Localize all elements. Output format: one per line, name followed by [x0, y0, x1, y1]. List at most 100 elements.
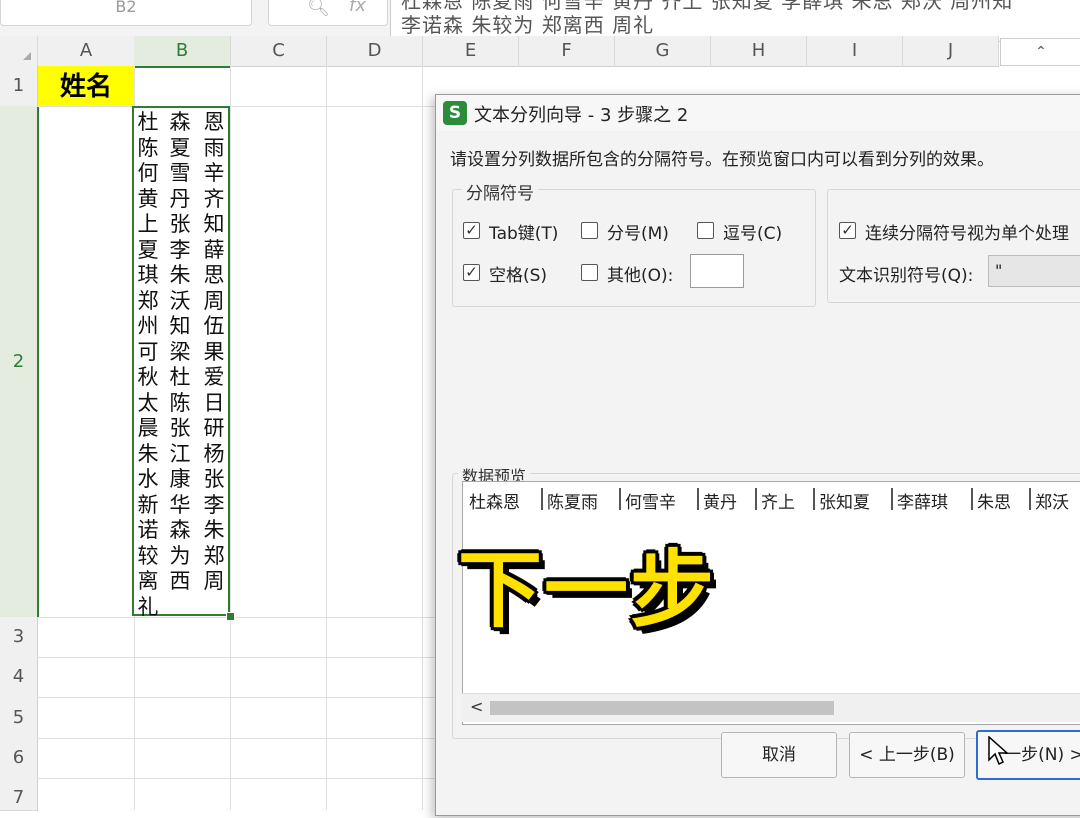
grid-line	[422, 66, 423, 810]
preview-cell: 李薛琪	[897, 493, 948, 513]
row-header-5[interactable]: 5	[0, 697, 38, 739]
preview-cell: 黄丹	[703, 493, 737, 513]
b2-char: 江	[169, 441, 191, 466]
text-qualifier-select[interactable]: "	[988, 255, 1080, 287]
b2-char: 张	[169, 416, 191, 440]
column-header-h[interactable]: H	[711, 36, 807, 67]
fx-icon[interactable]: fx	[349, 0, 366, 16]
other-delimiter-input[interactable]	[690, 254, 744, 288]
b2-char: 雪	[169, 161, 191, 185]
b2-char: 朱	[137, 441, 159, 466]
b2-char: 梁	[169, 339, 191, 364]
column-break[interactable]	[813, 488, 815, 510]
column-header-i[interactable]: I	[807, 36, 903, 67]
grid-line	[37, 738, 437, 739]
b2-char: 知	[203, 212, 225, 236]
cell-b2-selected[interactable]: 杜陈何黄上夏琪郑州可秋太晨朱水新诺较离礼 森夏雪丹张李朱沃知梁杜陈张江康华森为西…	[132, 106, 230, 619]
space-checkbox[interactable]: ✓	[463, 264, 480, 281]
b2-char: 研	[203, 416, 225, 440]
b2-char: 晨	[137, 416, 159, 440]
column-header-j[interactable]: J	[903, 36, 999, 67]
column-header-f[interactable]: F	[519, 36, 615, 67]
row-header-3[interactable]: 3	[0, 617, 38, 658]
b2-char: 恩	[203, 110, 225, 134]
select-all-corner[interactable]	[0, 36, 38, 67]
fill-handle[interactable]	[226, 612, 235, 621]
b2-char: 知	[169, 314, 191, 338]
b2-char: 李	[169, 237, 191, 262]
b2-char: 杜	[137, 110, 159, 134]
b2-char: 张	[203, 467, 225, 491]
consecutive-checkbox[interactable]: ✓	[839, 222, 856, 239]
delimiters-group	[452, 189, 816, 307]
column-break[interactable]	[755, 488, 757, 510]
b2-char: 薛	[203, 237, 225, 262]
b2-char: 张	[169, 212, 191, 236]
column-break[interactable]	[697, 488, 699, 510]
mouse-cursor-icon	[988, 736, 1009, 766]
b2-char: 爱	[203, 365, 225, 389]
semicolon-checkbox[interactable]	[581, 222, 598, 239]
collapse-ribbon-button[interactable]: ⌃	[1000, 38, 1080, 66]
b2-char: 森	[169, 110, 191, 134]
b2-char: 琪	[137, 263, 159, 287]
b2-char: 辛	[203, 161, 225, 185]
grid-line	[37, 106, 437, 107]
name-box[interactable]: B2	[0, 0, 252, 26]
row-header-6[interactable]: 6	[0, 738, 38, 779]
column-break[interactable]	[541, 488, 543, 510]
row-header-2[interactable]: 2	[0, 106, 39, 618]
dialog-description: 请设置分列数据所包含的分隔符号。在预览窗口内可以看到分列的效果。	[450, 150, 994, 170]
formula-line-1: 杜森恩 陈夏雨 何雪辛 黄丹 齐上 张知夏 李薛琪 朱思 郑沃 周州知	[401, 0, 1014, 13]
consecutive-label: 连续分隔符号视为单个处理	[865, 224, 1069, 244]
zoom-icon[interactable]: 🔍︎	[307, 0, 330, 18]
preview-horizontal-scrollbar[interactable]: <	[462, 693, 1080, 722]
other-label: 其他(O):	[607, 266, 674, 286]
preview-cell: 何雪辛	[625, 493, 676, 513]
b2-char: 夏	[169, 135, 191, 160]
grid-line	[326, 66, 327, 810]
column-break[interactable]	[971, 488, 973, 510]
column-header-g[interactable]: G	[615, 36, 711, 67]
preview-cell: 齐上	[761, 493, 795, 513]
cell-a1[interactable]: 姓名	[38, 66, 134, 106]
b2-char: 太	[137, 390, 159, 415]
scroll-left-arrow[interactable]: <	[470, 697, 483, 716]
b2-char: 沃	[169, 288, 191, 313]
row-header-4[interactable]: 4	[0, 657, 38, 698]
delimiters-group-label: 分隔符号	[462, 179, 538, 204]
b2-char: 李	[203, 492, 225, 517]
b2-char: 周	[203, 569, 225, 593]
b2-char: 诺	[137, 518, 159, 542]
back-button[interactable]: < 上一步(B)	[849, 732, 965, 778]
b2-char: 丹	[169, 186, 191, 211]
column-break[interactable]	[619, 488, 621, 510]
column-break[interactable]	[1029, 488, 1031, 510]
overlay-caption: 下一步	[458, 541, 717, 639]
preview-cell: 陈夏雨	[547, 493, 598, 513]
comma-checkbox[interactable]	[697, 222, 714, 239]
column-header-e[interactable]: E	[423, 36, 519, 67]
column-header-a[interactable]: A	[38, 36, 135, 67]
row-header-7[interactable]: 7	[0, 778, 38, 811]
cancel-button[interactable]: 取消	[721, 732, 837, 778]
b2-char: 州	[137, 314, 159, 338]
scrollbar-thumb[interactable]	[490, 701, 834, 715]
grid-line	[37, 778, 437, 779]
column-break[interactable]	[891, 488, 893, 510]
column-header-b[interactable]: B	[134, 36, 231, 68]
b2-char: 杨	[203, 441, 225, 466]
b2-char: 黄	[137, 186, 159, 211]
b2-char: 日	[203, 390, 225, 415]
b2-char: 为	[169, 543, 191, 568]
column-header-c[interactable]: C	[231, 36, 327, 67]
row-header-1[interactable]: 1	[0, 66, 38, 107]
comma-label: 逗号(C)	[723, 224, 783, 244]
column-header-d[interactable]: D	[327, 36, 423, 67]
other-checkbox[interactable]	[581, 264, 598, 281]
formula-line-2: 李诺森 朱较为 郑离西 周礼	[401, 13, 655, 37]
tab-checkbox[interactable]: ✓	[463, 222, 480, 239]
app-icon: S	[443, 101, 467, 125]
dialog-titlebar[interactable]: S 文本分列向导 - 3 步骤之 2	[436, 95, 1080, 131]
b2-char: 西	[169, 569, 191, 593]
